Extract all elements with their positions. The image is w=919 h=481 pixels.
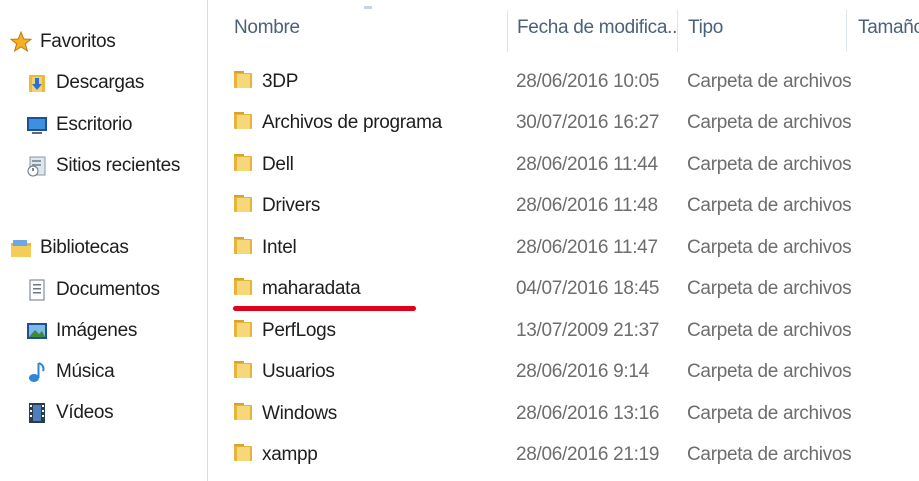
music-icon [26,361,48,383]
file-date: 28/06/2016 11:47 [516,237,658,258]
pictures-icon [26,320,48,342]
file-date: 28/06/2016 13:16 [516,403,660,424]
nav-item-imagenes[interactable]: Imágenes [26,316,137,346]
navigation-pane: Favoritos Descargas Escritorio Sitios re… [0,0,208,481]
nav-favorites[interactable]: Favoritos [10,27,116,57]
file-name: Intel [262,237,297,258]
file-name: xampp [262,444,318,465]
file-row[interactable]: Usuarios 28/06/2016 9:14 Carpeta de archiv… [208,352,919,392]
nav-item-label: Escritorio [56,114,133,135]
nav-item-label: Documentos [56,279,160,300]
nav-item-label: Música [56,361,115,382]
column-divider[interactable] [846,10,847,52]
file-date: 28/06/2016 9:14 [516,361,649,382]
recent-places-icon [26,155,48,177]
file-type: Carpeta de archivos [687,320,852,341]
file-name-cell[interactable]: xampp [232,435,318,475]
file-type: Carpeta de archivos [687,403,852,424]
nav-item-escritorio[interactable]: Escritorio [26,110,132,140]
file-date: 28/06/2016 11:44 [516,154,658,175]
file-name: Windows [262,403,337,424]
file-type: Carpeta de archivos [687,444,852,465]
folder-icon [232,358,262,386]
file-name: PerfLogs [262,320,336,341]
folder-icon [232,192,262,220]
file-name-cell[interactable]: Dell [232,145,294,185]
nav-item-descargas[interactable]: Descargas [26,68,144,98]
documents-icon [26,279,48,301]
nav-item-sitios-recientes[interactable]: Sitios recientes [26,151,180,181]
file-row[interactable]: Windows 28/06/2016 13:16 Carpeta de archiv… [208,394,919,434]
column-header-bar: Nombre Fecha de modifica... Tipo Tamaño [208,0,919,62]
videos-icon [26,402,48,424]
nav-item-label: Sitios recientes [56,155,181,176]
folder-icon [232,68,262,96]
nav-item-videos[interactable]: Vídeos [26,398,114,428]
column-header-size[interactable]: Tamaño [858,0,919,56]
nav-item-label: Vídeos [56,402,114,423]
file-row[interactable]: Drivers 28/06/2016 11:48 Carpeta de archiv… [208,186,919,226]
file-date: 04/07/2016 18:45 [516,278,660,299]
file-row[interactable]: Archivos de programa 30/07/2016 16:27 Carp… [208,103,919,143]
folder-icon [232,234,262,262]
nav-libraries-label: Bibliotecas [40,237,129,258]
file-row[interactable]: 3DP 28/06/2016 10:05 Carpeta de archivos [208,62,919,102]
column-divider[interactable] [507,10,508,52]
file-name-cell[interactable]: maharadata [232,269,361,309]
nav-favorites-label: Favoritos [40,31,116,52]
file-name: 3DP [262,71,299,92]
folder-icon [232,109,262,137]
folder-icon [232,275,262,303]
desktop-icon [26,114,48,136]
column-header-type[interactable]: Tipo [688,0,838,56]
file-name: maharadata [262,278,361,299]
folder-icon [232,441,262,469]
file-type: Carpeta de archivos [687,361,852,382]
column-header-name[interactable]: Nombre [234,0,504,56]
file-type: Carpeta de archivos [687,237,852,258]
file-date: 13/07/2009 21:37 [516,320,660,341]
file-date: 30/07/2016 16:27 [516,112,660,133]
file-name-cell[interactable]: Archivos de programa [232,103,442,143]
file-name: Usuarios [262,361,335,382]
file-name-cell[interactable]: Drivers [232,186,320,226]
nav-libraries[interactable]: Bibliotecas [10,233,129,263]
column-divider[interactable] [677,10,678,52]
file-type: Carpeta de archivos [687,278,852,299]
file-name-cell[interactable]: Windows [232,394,337,434]
folder-icon [232,317,262,345]
file-name: Drivers [262,195,321,216]
nav-item-musica[interactable]: Música [26,357,115,387]
libraries-icon [10,237,32,259]
file-type: Carpeta de archivos [687,154,852,175]
highlight-underline [233,306,416,311]
file-name-cell[interactable]: Usuarios [232,352,335,392]
file-date: 28/06/2016 10:05 [516,71,660,92]
folder-icon [232,400,262,428]
file-row[interactable]: PerfLogs 13/07/2009 21:37 Carpeta de archi… [208,311,919,351]
file-type: Carpeta de archivos [687,112,852,133]
nav-item-label: Imágenes [56,320,138,341]
file-name: Archivos de programa [262,112,442,133]
file-name-cell[interactable]: Intel [232,228,297,268]
file-date: 28/06/2016 11:48 [516,195,658,216]
downloads-folder-icon [26,72,48,94]
nav-item-label: Descargas [56,72,145,93]
file-row[interactable]: Dell 28/06/2016 11:44 Carpeta de archivos [208,145,919,185]
file-date: 28/06/2016 21:19 [516,444,660,465]
nav-item-documentos[interactable]: Documentos [26,275,160,305]
file-name-cell[interactable]: 3DP [232,62,298,102]
file-name: Dell [262,154,294,175]
file-type: Carpeta de archivos [687,71,852,92]
file-row[interactable]: Intel 28/06/2016 11:47 Carpeta de archivos [208,228,919,268]
file-row[interactable]: xampp 28/06/2016 21:19 Carpeta de archivos [208,435,919,475]
folder-icon [232,151,262,179]
file-name-cell[interactable]: PerfLogs [232,311,336,351]
star-icon [10,31,32,53]
column-header-date[interactable]: Fecha de modifica... [517,0,677,56]
file-type: Carpeta de archivos [687,195,852,216]
file-row[interactable]: maharadata 04/07/2016 18:45 Carpeta de arc… [208,269,919,309]
